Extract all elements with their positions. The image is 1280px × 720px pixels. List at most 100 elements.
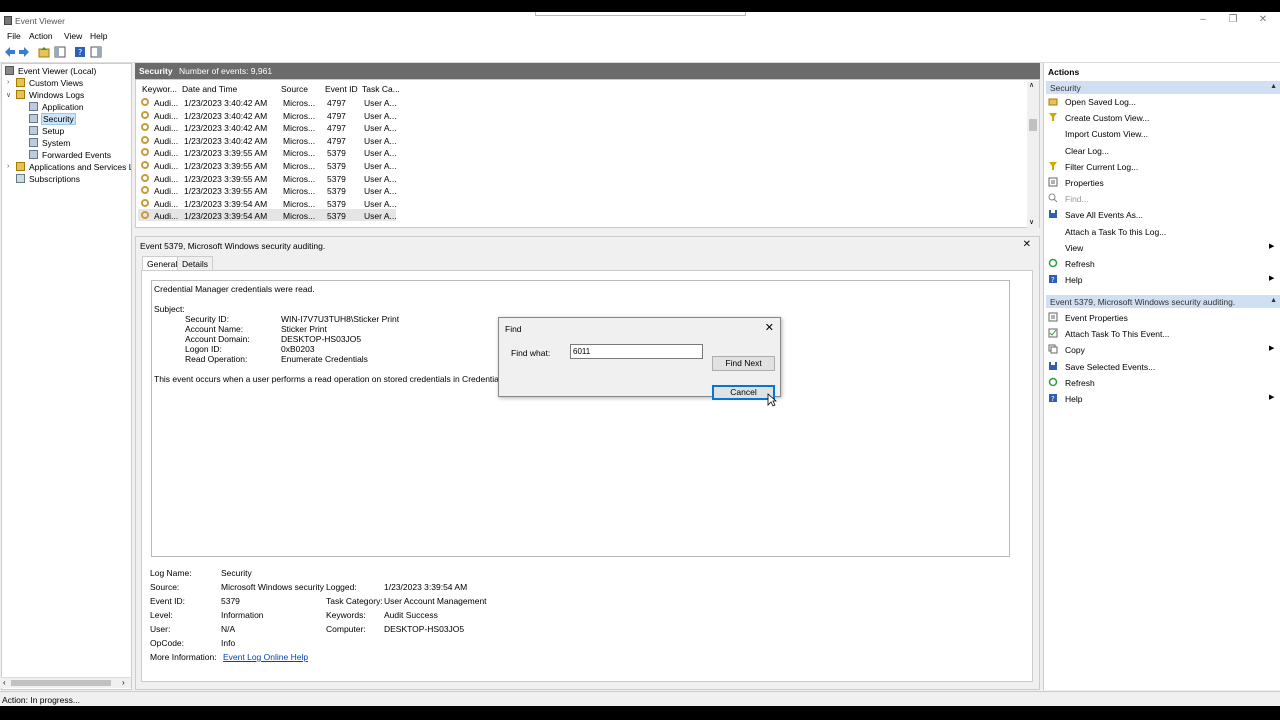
event-list: Keywor... Date and Time Source Event ID …: [135, 79, 1040, 228]
tree-log-forwarded-events[interactable]: Forwarded Events: [29, 150, 112, 161]
log-name-value: Security: [221, 568, 252, 578]
expand-icon[interactable]: ›: [7, 79, 9, 86]
collapse-up-icon[interactable]: ▲: [1270, 297, 1277, 304]
source-label: Source:: [150, 582, 180, 592]
menu-view[interactable]: View: [64, 31, 82, 41]
find-what-input[interactable]: [570, 344, 703, 359]
back-arrow-icon[interactable]: [4, 46, 16, 58]
table-cell: User A...: [364, 135, 397, 146]
menu-file[interactable]: File: [7, 31, 21, 41]
close-icon[interactable]: ✕: [1248, 14, 1278, 28]
account-domain-value: DESKTOP-HS03JO5: [281, 334, 362, 344]
table-cell: Micros...: [283, 123, 316, 134]
event-message: Credential Manager credentials were read…: [154, 284, 315, 294]
show-hide-tree-icon[interactable]: [54, 46, 66, 58]
table-row[interactable]: Audi... 1/23/2023 3:40:42 AM Micros... 4797…: [138, 121, 397, 134]
column-source[interactable]: Source: [281, 84, 308, 94]
tree-subscriptions[interactable]: Subscriptions: [16, 174, 81, 185]
tree-applications-and-services[interactable]: Applications and Services Lo: [16, 162, 131, 173]
find-dialog-title: Find: [505, 324, 522, 334]
column-keywords[interactable]: Keywor...: [142, 84, 177, 94]
column-event-id[interactable]: Event ID: [325, 84, 358, 94]
table-cell: Audi...: [154, 135, 179, 146]
table-cell: 5379: [327, 211, 346, 222]
collapse-icon[interactable]: ∨: [6, 91, 11, 99]
copy-icon: [1048, 344, 1058, 354]
column-task-category[interactable]: Task Ca...: [362, 84, 400, 94]
table-row[interactable]: Audi... 1/23/2023 3:40:42 AM Micros... 4797…: [138, 109, 397, 121]
audit-key-icon: [141, 148, 149, 157]
table-row[interactable]: Audi... 1/23/2023 3:40:42 AM Micros... 4797…: [138, 96, 397, 108]
tree-custom-views[interactable]: Custom Views: [16, 78, 84, 89]
tree-log-security[interactable]: Security: [29, 113, 76, 125]
scroll-right-icon[interactable]: ›: [122, 678, 125, 687]
cancel-button[interactable]: Cancel: [712, 385, 775, 400]
collapse-up-icon[interactable]: ▲: [1270, 83, 1277, 90]
subscriptions-icon: [16, 174, 25, 183]
event-log-online-help-link[interactable]: Event Log Online Help: [223, 652, 308, 662]
scroll-up-icon[interactable]: ∧: [1029, 81, 1034, 89]
actions-section-event[interactable]: Event 5379, Microsoft Windows security a…: [1046, 295, 1280, 308]
table-cell: Micros...: [283, 148, 316, 159]
logged-value: 1/23/2023 3:39:54 AM: [384, 582, 468, 592]
scrollbar-thumb[interactable]: [1029, 119, 1037, 131]
restore-icon[interactable]: ❐: [1218, 14, 1248, 28]
tab-details[interactable]: Details: [177, 256, 213, 271]
up-folder-icon[interactable]: [38, 46, 50, 58]
read-operation-value: Enumerate Credentials: [281, 354, 368, 364]
table-row[interactable]: Audi... 1/23/2023 3:39:55 AM Micros... 5379…: [138, 184, 397, 196]
expand-icon[interactable]: ›: [7, 163, 9, 170]
actions-section-security[interactable]: Security ▲: [1046, 81, 1280, 94]
scrollbar-thumb[interactable]: [11, 680, 111, 686]
action-label: Help: [1065, 275, 1083, 286]
title-bar: Event Viewer – ❐ ✕: [0, 12, 1280, 29]
logon-id-label: Logon ID:: [185, 344, 222, 354]
more-info-label: More Information:: [150, 652, 217, 662]
table-cell: User A...: [364, 110, 397, 121]
table-row[interactable]: Audi... 1/23/2023 3:39:54 AM Micros... 5379…: [138, 209, 397, 222]
tree-log-application[interactable]: Application: [29, 102, 85, 113]
scroll-left-icon[interactable]: ‹: [3, 678, 6, 687]
action-label: Open Saved Log...: [1065, 97, 1136, 107]
help-icon[interactable]: ?: [74, 46, 86, 58]
action-label: Find...: [1065, 194, 1089, 205]
table-cell: Micros...: [283, 198, 316, 209]
close-icon[interactable]: ✕: [765, 321, 774, 334]
table-cell: Micros...: [283, 173, 316, 184]
find-next-button[interactable]: Find Next: [712, 356, 775, 371]
scroll-down-icon[interactable]: ∨: [1029, 218, 1034, 226]
forward-arrow-icon[interactable]: [18, 46, 30, 58]
event-id-label: Event ID:: [150, 596, 185, 606]
table-row[interactable]: Audi... 1/23/2023 3:39:55 AM Micros... 5379…: [138, 172, 397, 184]
column-date-time[interactable]: Date and Time: [182, 84, 237, 94]
task-category-value: User Account Management: [384, 596, 487, 606]
tree-event-viewer-local[interactable]: Event Viewer (Local): [5, 66, 97, 77]
keywords-value: Audit Success: [384, 610, 438, 620]
close-details-icon[interactable]: ✕: [1023, 239, 1031, 250]
menu-action[interactable]: Action: [29, 31, 53, 41]
table-row[interactable]: Audi... 1/23/2023 3:39:55 AM Micros... 5379…: [138, 146, 397, 159]
event-list-scrollbar[interactable]: ∧ ∨: [1027, 81, 1039, 228]
table-cell: Audi...: [154, 148, 179, 159]
audit-key-icon: [141, 198, 149, 207]
menu-help[interactable]: Help: [90, 31, 107, 41]
keywords-label: Keywords:: [326, 610, 366, 620]
audit-key-icon: [141, 110, 149, 119]
table-row[interactable]: Audi... 1/23/2023 3:39:54 AM Micros... 5379…: [138, 197, 397, 209]
tree-horizontal-scrollbar[interactable]: ‹ ›: [1, 677, 131, 688]
table-cell: 5379: [327, 173, 346, 184]
table-cell: 1/23/2023 3:39:55 AM: [184, 161, 268, 171]
show-hide-action-pane-icon[interactable]: [90, 46, 102, 58]
table-cell: 1/23/2023 3:39:55 AM: [184, 173, 268, 184]
tree-windows-logs[interactable]: Windows Logs: [16, 90, 85, 101]
minimize-icon[interactable]: –: [1188, 14, 1218, 28]
table-row[interactable]: Audi... 1/23/2023 3:40:42 AM Micros... 4797…: [138, 134, 397, 146]
table-cell: User A...: [364, 161, 397, 171]
event-viewer-icon: [4, 16, 12, 25]
status-bar: Action: In progress...: [0, 691, 1280, 706]
find-icon: [1048, 193, 1058, 203]
folder-icon: [16, 78, 25, 87]
tree-log-setup[interactable]: Setup: [29, 126, 65, 137]
table-row[interactable]: Audi... 1/23/2023 3:39:55 AM Micros... 5379…: [138, 159, 397, 171]
tree-log-system[interactable]: System: [29, 138, 71, 149]
